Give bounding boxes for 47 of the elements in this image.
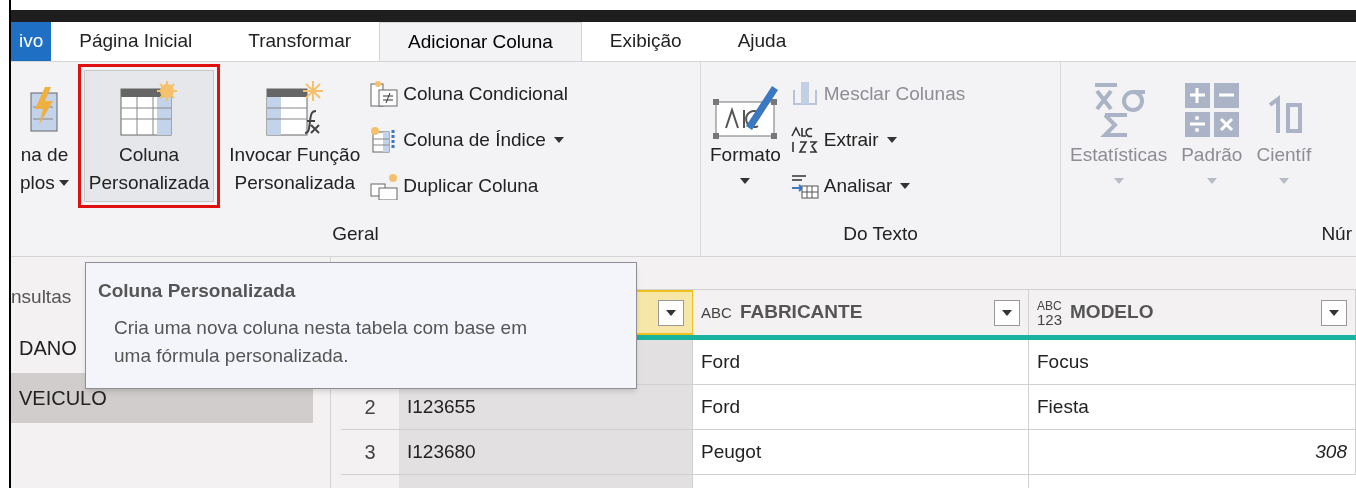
lightning-table-icon bbox=[29, 87, 60, 133]
caret-icon bbox=[1002, 309, 1012, 316]
ribbon-button[interactable]: Coluna de Índice bbox=[369, 120, 569, 160]
table-cell: 308 bbox=[1029, 430, 1356, 474]
ribbon-button[interactable]: Invocar Função Personalizada bbox=[224, 70, 366, 202]
caret-icon bbox=[1329, 309, 1339, 316]
column-name: MODELO bbox=[1070, 300, 1154, 325]
function-table-icon bbox=[264, 81, 325, 139]
caret-icon bbox=[666, 309, 676, 316]
group-label: Núr bbox=[1321, 221, 1353, 246]
ribbon-tab[interactable]: Exibição bbox=[581, 22, 710, 61]
column-name: FABRICANTE bbox=[739, 300, 863, 325]
table-cell: Peugot bbox=[693, 430, 1029, 474]
table-cell: I123680 bbox=[399, 430, 693, 474]
ribbon-button[interactable]: na de plos bbox=[15, 70, 74, 202]
table-sparkle-icon bbox=[119, 81, 180, 139]
extract-icon bbox=[789, 126, 820, 154]
ribbon-tab[interactable]: Página Inicial bbox=[51, 22, 221, 61]
conditional-column-icon bbox=[369, 80, 400, 108]
ribbon-button[interactable]: Duplicar Coluna bbox=[369, 166, 569, 206]
any-type-icon: ABC 123 bbox=[1037, 299, 1063, 326]
tooltip-text: Cria uma nova coluna nesta tabela com base em uma fórmula personalizada. bbox=[113, 315, 528, 368]
tooltip-title: Coluna Personalizada bbox=[98, 279, 297, 303]
group-label: Geral bbox=[332, 221, 379, 246]
duplicate-column-icon bbox=[369, 172, 400, 200]
table-cell: Focus bbox=[1029, 340, 1356, 384]
group-label: Do Texto bbox=[843, 221, 918, 246]
filter-dropdown[interactable] bbox=[658, 299, 684, 326]
ribbon-button[interactable]: Formato bbox=[705, 70, 786, 198]
table-cell: I123655 bbox=[399, 385, 693, 429]
table-cell: Ford bbox=[693, 385, 1029, 429]
table-cell: Ford bbox=[693, 340, 1029, 384]
table-cell: Fiesta bbox=[1029, 385, 1356, 429]
ribbon-tab[interactable]: Adicionar Coluna bbox=[379, 22, 582, 61]
ribbon-tab[interactable]: Ajuda bbox=[709, 22, 815, 61]
ribbon-button[interactable]: Coluna Personalizada bbox=[83, 70, 215, 202]
filter-dropdown[interactable] bbox=[994, 299, 1020, 326]
calculator-icon bbox=[1184, 83, 1239, 137]
ribbon-button[interactable]: Extrair bbox=[789, 120, 966, 160]
ribbon-tab[interactable]: Transformar bbox=[220, 22, 380, 61]
parse-icon bbox=[789, 172, 820, 200]
ribbon-tab[interactable]: ivo bbox=[11, 22, 52, 61]
text-type-icon: ABC bbox=[701, 305, 732, 320]
queries-header: nsultas bbox=[11, 285, 72, 309]
ribbon-button[interactable]: Analisar bbox=[789, 166, 966, 206]
filter-dropdown[interactable] bbox=[1321, 299, 1347, 326]
ribbon-button[interactable]: Coluna Condicional bbox=[369, 74, 569, 114]
